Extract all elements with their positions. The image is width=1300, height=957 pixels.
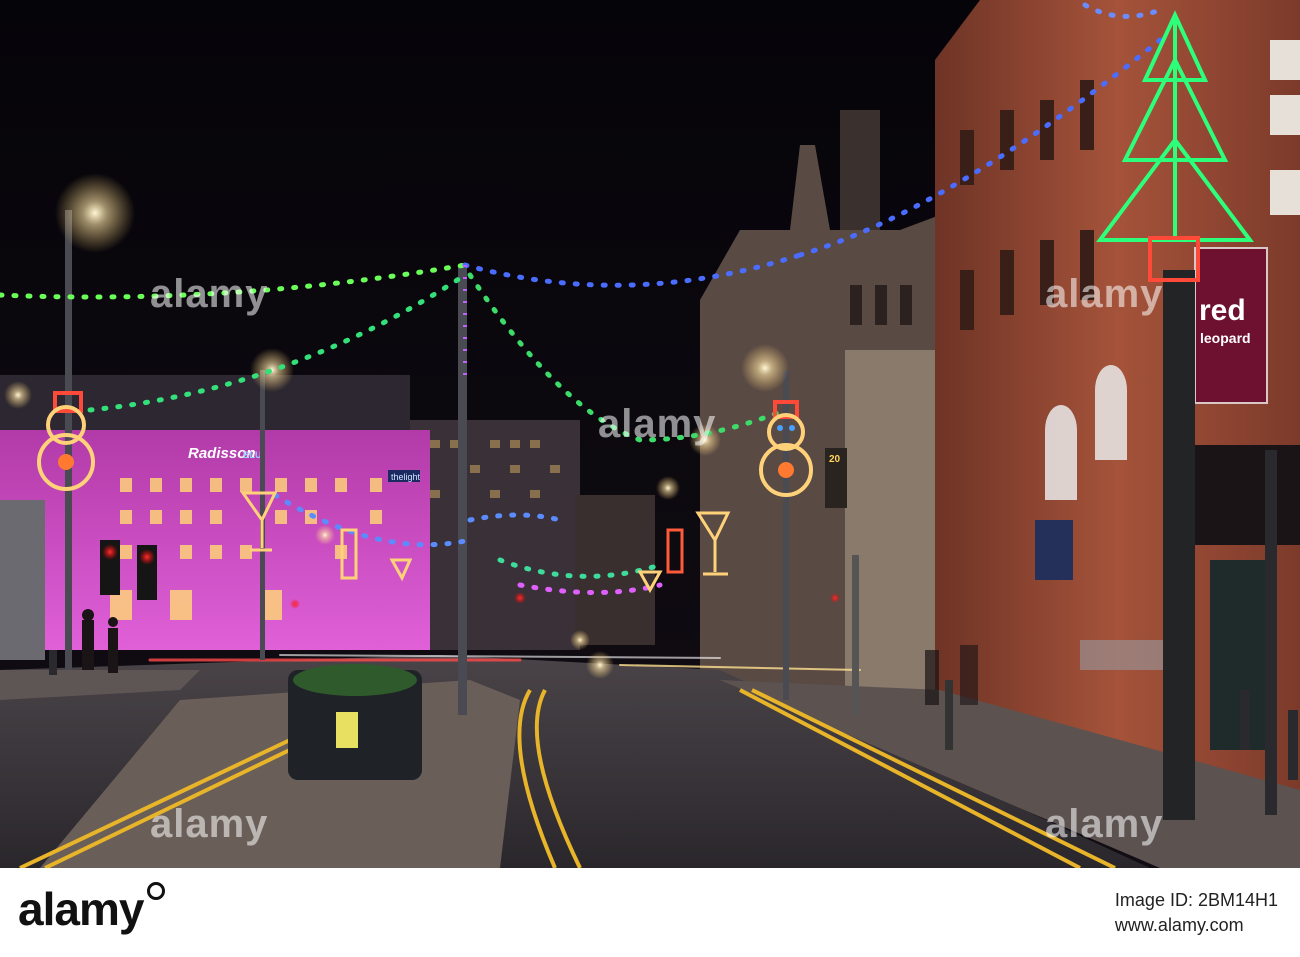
logo-mark-icon xyxy=(147,882,166,900)
planter-notice xyxy=(336,712,358,748)
hotel-sign-sub: BLU xyxy=(243,450,262,460)
club-sign-line1: red xyxy=(1199,294,1246,327)
watermark: alamy xyxy=(598,402,717,446)
night-street-photo: Radisson BLU thelight 20 red leopard ala… xyxy=(0,0,1300,868)
footer-logo[interactable]: alamy xyxy=(18,882,166,936)
car-headlight xyxy=(570,630,590,650)
site-url[interactable]: www.alamy.com xyxy=(1115,915,1278,936)
dark-signboard xyxy=(1190,445,1300,545)
club-sign-line2: leopard xyxy=(1200,330,1251,346)
watermark: alamy xyxy=(1045,272,1164,316)
the-light-sign: thelight xyxy=(391,472,421,482)
planter-plants xyxy=(293,664,417,696)
watermark: alamy xyxy=(150,272,269,316)
railings xyxy=(1080,640,1170,670)
image-id: Image ID: 2BM14H1 xyxy=(1114,890,1278,910)
hotel-roof xyxy=(0,375,410,435)
watermark: alamy xyxy=(1045,802,1164,846)
left-edge-building xyxy=(0,500,45,660)
chimney xyxy=(840,110,880,230)
info-board-text: 20 xyxy=(829,454,841,465)
pub-sign xyxy=(1035,520,1073,580)
footer-meta: Image ID: 2BM14H1 www.alamy.com xyxy=(1115,890,1278,936)
stock-footer: alamy Image ID: 2BM14H1 www.alamy.com xyxy=(0,868,1300,957)
car-headlight xyxy=(586,651,614,679)
footer-logo-text: alamy xyxy=(18,883,144,935)
distant-building xyxy=(575,495,655,645)
shop-facade xyxy=(845,350,940,690)
watermark: alamy xyxy=(150,802,269,846)
